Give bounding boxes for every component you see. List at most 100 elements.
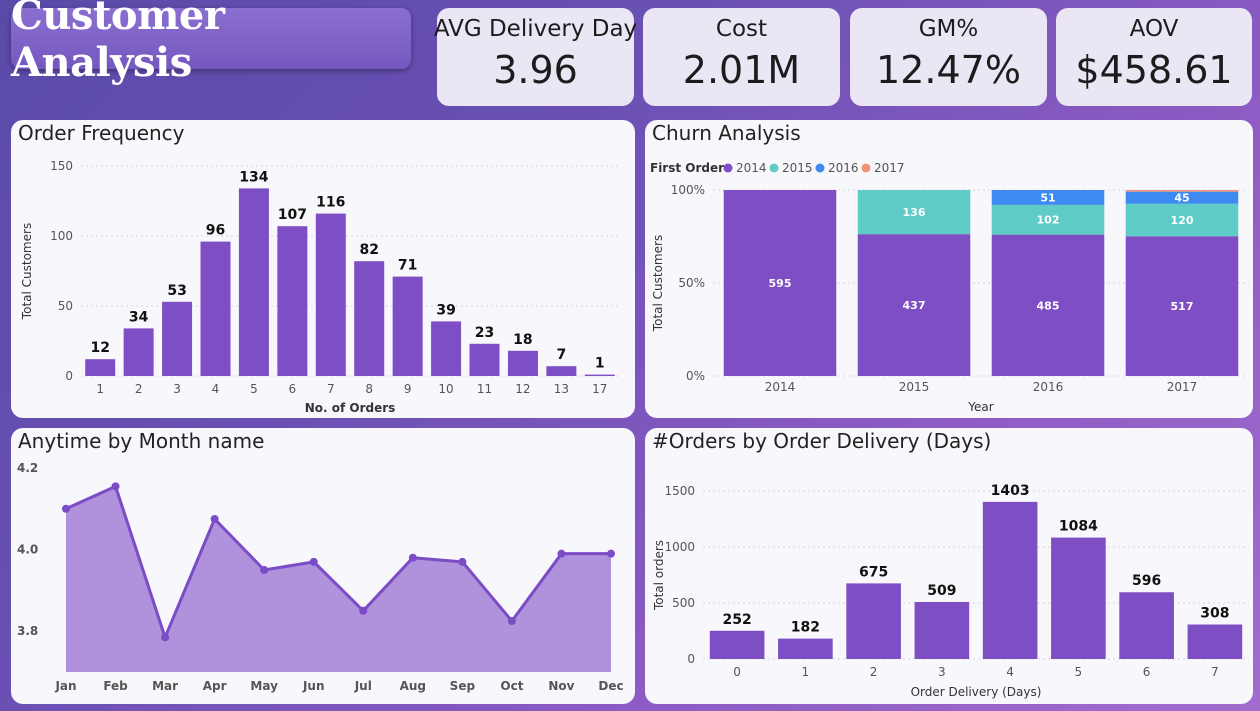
y-tick-label: 4.2 — [17, 461, 38, 475]
data-label: 96 — [206, 223, 225, 239]
x-tick-label: 2017 — [1167, 380, 1198, 394]
x-tick-label: 6 — [1143, 665, 1151, 679]
y-tick-label: 100% — [671, 183, 705, 197]
bar — [709, 630, 765, 659]
kpi-label: AVG Delivery Day — [433, 16, 638, 42]
x-tick-label: 11 — [477, 382, 492, 396]
order-frequency-panel[interactable]: Order Frequency 0 50 100 150 12 1 34 2 53 3 96 4 134… — [11, 120, 635, 418]
data-label: 82 — [359, 242, 378, 258]
kpi-card-aov[interactable]: AOV $458.61 — [1056, 8, 1252, 106]
orders-by-delivery-chart: 0 500 1000 1500 252 0 182 1 675 2 509 3 1403 4 1084 5 59… — [652, 483, 1249, 699]
churn-analysis-panel[interactable]: Churn Analysis First Order 2014 2015 2016 20… — [645, 120, 1253, 418]
data-label: 51 — [1040, 191, 1055, 204]
data-label: 23 — [475, 325, 494, 341]
data-label: 34 — [129, 309, 149, 325]
churn-analysis-chart: First Order 2014 2015 2016 2017 0% 50% 100% 595 2… — [650, 161, 1249, 414]
y-tick-label: 1000 — [664, 540, 695, 554]
data-label: 675 — [859, 564, 888, 580]
x-tick-label: Jul — [354, 679, 372, 693]
y-tick-label: 0% — [686, 369, 705, 383]
y-tick-label: 1500 — [664, 484, 695, 498]
data-point — [507, 617, 516, 625]
x-tick-label: 1 — [802, 665, 810, 679]
bar — [277, 226, 308, 376]
x-tick-label: 2 — [870, 665, 878, 679]
data-point — [607, 549, 615, 558]
x-tick-label: 5 — [250, 382, 258, 396]
data-label: 308 — [1200, 606, 1229, 622]
data-label: 53 — [167, 283, 186, 299]
data-point — [62, 504, 70, 513]
y-axis-title: Total orders — [652, 540, 666, 611]
x-tick-label: 7 — [1211, 665, 1219, 679]
data-label: 39 — [436, 302, 455, 318]
legend-label: 2017 — [874, 161, 905, 175]
bar — [162, 301, 193, 376]
y-tick-label: 0 — [65, 369, 73, 383]
bar — [315, 213, 346, 376]
x-tick-label: 12 — [515, 382, 530, 396]
bar — [546, 366, 577, 376]
x-tick-label: May — [250, 679, 278, 693]
bar — [469, 343, 500, 376]
data-label: 1403 — [991, 483, 1030, 499]
x-tick-label: 7 — [327, 382, 335, 396]
data-label: 596 — [1132, 573, 1161, 589]
data-label: 45 — [1174, 192, 1189, 205]
legend-marker — [723, 163, 733, 173]
x-axis-title: Order Delivery (Days) — [911, 685, 1042, 699]
data-label: 102 — [1037, 214, 1060, 227]
x-tick-label: Jun — [302, 679, 325, 693]
bar — [846, 583, 901, 659]
data-point — [309, 557, 318, 566]
legend-marker — [769, 163, 779, 173]
stacked-bar-segment — [1125, 190, 1239, 192]
data-label: 595 — [769, 277, 792, 290]
x-tick-label: Dec — [598, 679, 623, 693]
x-tick-label: 2016 — [1033, 380, 1064, 394]
bar — [238, 188, 269, 376]
x-tick-label: Nov — [548, 679, 574, 693]
legend-marker — [861, 163, 871, 173]
bar — [982, 501, 1038, 659]
orders-by-delivery-panel[interactable]: #Orders by Order Delivery (Days) 0 500 100… — [645, 428, 1253, 704]
legend-label: 2015 — [782, 161, 813, 175]
data-label: 1084 — [1059, 519, 1098, 535]
x-tick-label: 4 — [1006, 665, 1014, 679]
y-tick-label: 500 — [672, 596, 695, 610]
dashboard-title: Customer Analysis — [11, 0, 225, 86]
data-label: 12 — [90, 340, 109, 356]
legend-label: 2014 — [736, 161, 767, 175]
y-tick-label: 50 — [58, 299, 73, 313]
x-axis-title: No. of Orders — [305, 401, 396, 415]
data-point — [161, 633, 170, 642]
legend-title: First Order — [650, 161, 724, 175]
legend-label: 2016 — [828, 161, 859, 175]
x-tick-label: 1 — [96, 382, 104, 396]
data-label: 252 — [723, 612, 752, 628]
anytime-by-month-panel[interactable]: Anytime by Month name 3.8 4.0 4.2 Jan Feb Mar… — [11, 428, 635, 704]
x-tick-label: 10 — [438, 382, 453, 396]
y-tick-label: 100 — [50, 229, 73, 243]
data-label: 182 — [791, 620, 820, 636]
kpi-card-avg-delivery-day[interactable]: AVG Delivery Day 3.96 — [433, 8, 638, 106]
kpi-label: Cost — [715, 16, 768, 42]
bar — [85, 359, 116, 376]
data-label: 517 — [1171, 300, 1194, 313]
x-tick-label: 3 — [173, 382, 181, 396]
bar — [1187, 624, 1243, 659]
x-tick-label: 6 — [289, 382, 297, 396]
kpi-value: 12.47% — [876, 48, 1021, 92]
data-label: 485 — [1037, 299, 1060, 312]
kpi-card-cost[interactable]: Cost 2.01M — [643, 8, 840, 106]
kpi-card-gm-percent[interactable]: GM% 12.47% — [850, 8, 1047, 106]
bar — [200, 241, 231, 376]
x-axis-title: Year — [967, 400, 993, 414]
data-label: 1 — [595, 356, 605, 372]
bar — [778, 638, 833, 659]
data-point — [458, 557, 467, 566]
y-axis-title: Total Customers — [651, 235, 665, 332]
data-label: 18 — [513, 332, 532, 348]
data-label: 509 — [927, 583, 956, 599]
data-label: 120 — [1171, 214, 1194, 227]
